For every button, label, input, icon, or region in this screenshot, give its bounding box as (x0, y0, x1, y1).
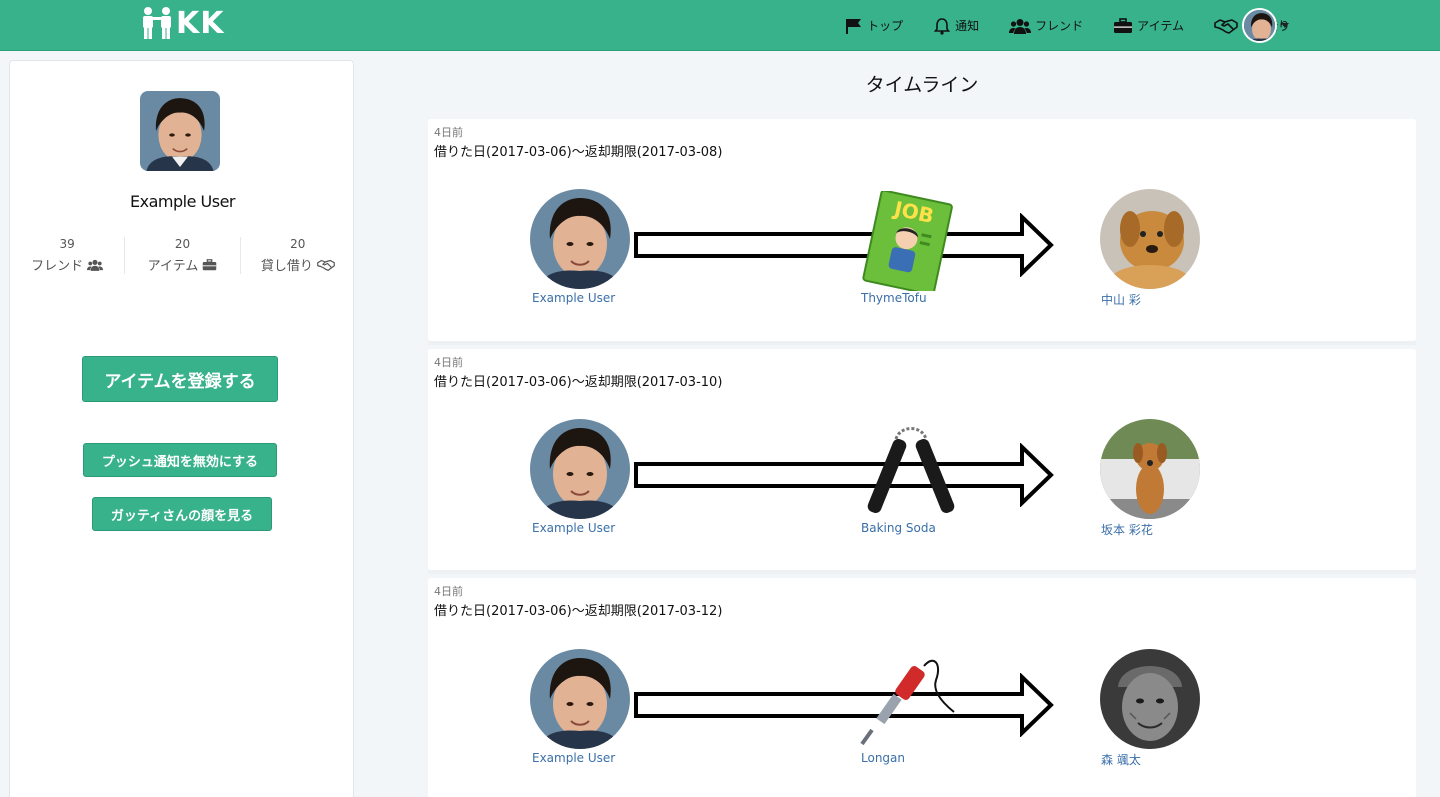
nav-item-top[interactable]: トップ (845, 17, 903, 34)
card-time: 4日前 (434, 585, 463, 598)
navbar: KK トップ 通知 フレンド アイテム (0, 0, 1440, 51)
nav-item-label: トップ (867, 19, 904, 33)
borrower-avatar[interactable] (1100, 649, 1200, 749)
user-menu[interactable] (1242, 8, 1289, 43)
nav-item-label: フレンド (1035, 19, 1084, 33)
item-name[interactable]: Baking Soda (861, 521, 936, 535)
lender-avatar[interactable] (530, 189, 630, 289)
stat-label: アイテム (147, 259, 199, 274)
lender-name[interactable]: Example User (532, 521, 615, 535)
nav-item-friends[interactable]: フレンド (1009, 17, 1083, 34)
users-icon (87, 259, 104, 271)
user-photo (1244, 10, 1275, 41)
card-time: 4日前 (434, 356, 463, 369)
nav-item-label: アイテム (1137, 19, 1184, 33)
nav-menu: トップ 通知 フレンド アイテム (815, 0, 1290, 51)
chevron-down-icon (1281, 23, 1289, 28)
disable-push-button[interactable]: プッシュ通知を無効にする (83, 443, 277, 477)
nav-item-items[interactable]: アイテム (1113, 17, 1184, 34)
borrower-name[interactable]: 坂本 彩花 (1101, 521, 1153, 538)
lending-arrow-icon (634, 443, 1054, 507)
page-title: タイムライン (865, 74, 979, 96)
lender-avatar[interactable] (530, 419, 630, 519)
logo-text: KK (176, 5, 225, 41)
users-icon (1009, 18, 1032, 34)
timeline-card: 4日前 借りた日(2017-03-06)〜返却期限(2017-03-10) Ex… (428, 349, 1416, 574)
bell-icon (934, 17, 951, 35)
stat-value: 20 (290, 237, 306, 251)
soldering-iron-icon[interactable] (858, 652, 958, 746)
nav-item-notifications[interactable]: 通知 (933, 17, 979, 35)
register-item-button[interactable]: アイテムを登録する (82, 356, 278, 402)
timeline-card: 4日前 借りた日(2017-03-06)〜返却期限(2017-03-12) Ex… (428, 578, 1416, 797)
timeline-card: 4日前 借りた日(2017-03-06)〜返却期限(2017-03-08) JO… (428, 119, 1416, 345)
profile-name: Example User (130, 192, 235, 211)
borrower-avatar[interactable] (1100, 419, 1200, 519)
item-name[interactable]: Longan (861, 751, 905, 765)
profile-photo (140, 91, 220, 171)
lender-name[interactable]: Example User (532, 751, 615, 765)
view-face-button[interactable]: ガッティさんの顔を見る (92, 497, 272, 531)
profile-sidebar: Example User 39 フレンド 20 アイテム 20 貸し借り アイテ… (9, 60, 354, 797)
stat-value: 39 (59, 237, 75, 251)
handshake-icon (1214, 18, 1238, 34)
lending-arrow-icon (634, 673, 1054, 737)
card-time: 4日前 (434, 126, 463, 139)
borrower-avatar[interactable] (1100, 189, 1200, 289)
item-name[interactable]: ThymeTofu (861, 291, 927, 305)
stat-value: 20 (174, 237, 191, 251)
avatar (1242, 8, 1277, 43)
stat-label: 貸し借り (260, 259, 313, 274)
lending-arrow-icon (634, 213, 1054, 277)
lender-avatar[interactable] (530, 649, 630, 749)
briefcase-icon (1114, 17, 1133, 33)
logo[interactable]: KK (140, 5, 225, 41)
card-period: 借りた日(2017-03-06)〜返却期限(2017-03-08) (434, 145, 723, 160)
briefcase-icon (203, 258, 217, 270)
lender-name[interactable]: Example User (532, 291, 615, 305)
nav-item-label: 通知 (955, 19, 980, 33)
borrower-name[interactable]: 中山 彩 (1101, 291, 1141, 308)
stat-label: フレンド (31, 259, 84, 274)
card-period: 借りた日(2017-03-06)〜返却期限(2017-03-10) (434, 375, 723, 390)
borrower-name[interactable]: 森 颯太 (1101, 751, 1141, 768)
stat-items[interactable]: 20 アイテム (124, 237, 239, 274)
nunchaku-icon[interactable] (856, 421, 966, 517)
people-logo-icon (143, 7, 171, 39)
profile-stats: 39 フレンド 20 アイテム 20 貸し借り (10, 237, 355, 274)
stat-friends[interactable]: 39 フレンド (10, 237, 124, 274)
handshake-icon (316, 259, 335, 271)
stat-lending[interactable]: 20 貸し借り (239, 237, 355, 274)
flag-icon (846, 18, 862, 34)
job-magazine-icon[interactable]: JOB (860, 191, 960, 291)
card-period: 借りた日(2017-03-06)〜返却期限(2017-03-12) (434, 604, 723, 619)
